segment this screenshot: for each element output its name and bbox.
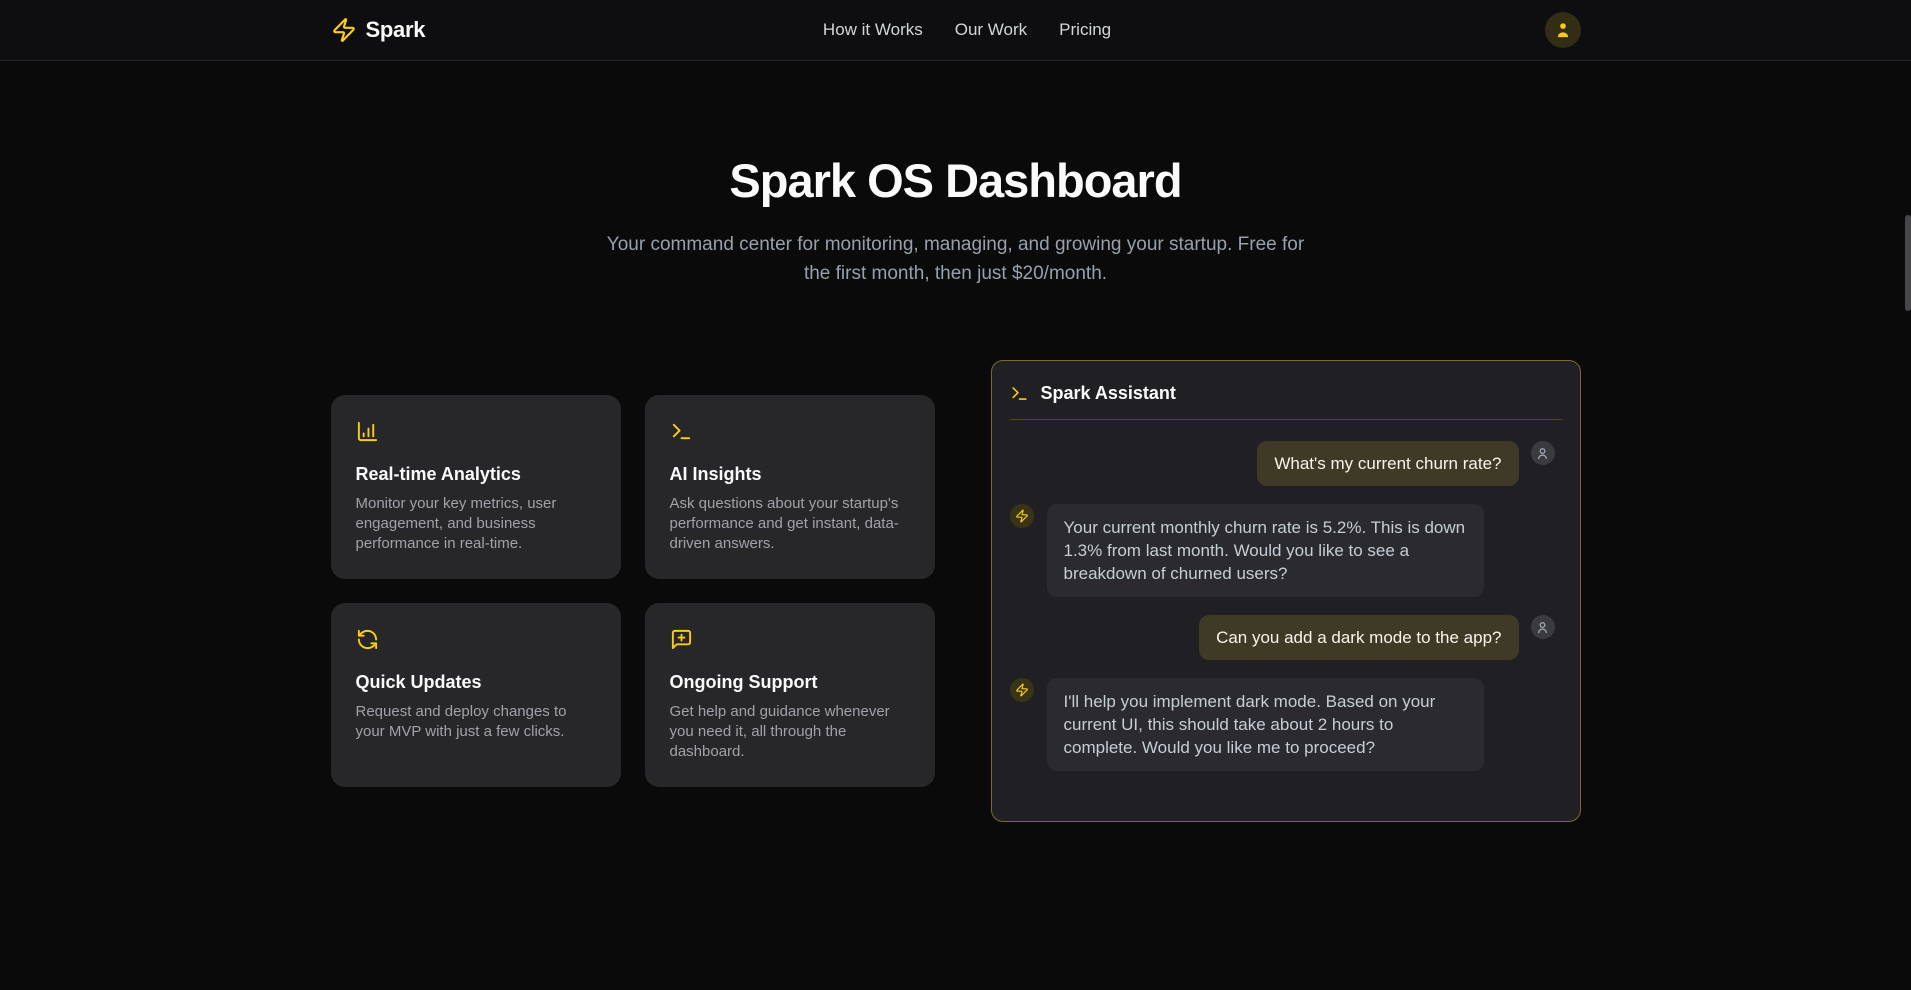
page-scrollbar-thumb[interactable] (1905, 215, 1911, 311)
chat-message-user: Can you add a dark mode to the app? (1010, 615, 1555, 660)
feature-card-ai-insights: AI Insights Ask questions about your sta… (645, 395, 935, 579)
main-content-row: Real-time Analytics Monitor your key met… (331, 360, 1581, 822)
feature-description: Ask questions about your startup's perfo… (670, 494, 910, 554)
chat-message-assistant: I'll help you implement dark mode. Based… (1010, 678, 1555, 771)
feature-title: AI Insights (670, 464, 910, 485)
brand-logo[interactable]: Spark (331, 17, 426, 43)
assistant-avatar (1010, 504, 1034, 528)
zap-icon (1015, 509, 1029, 523)
assistant-avatar (1010, 678, 1034, 702)
user-icon (1553, 20, 1573, 40)
user-message-bubble: What's my current churn rate? (1257, 441, 1518, 486)
nav-link-pricing[interactable]: Pricing (1059, 20, 1111, 40)
feature-title: Real-time Analytics (356, 464, 596, 485)
zap-icon (1015, 683, 1029, 697)
feature-description: Request and deploy changes to your MVP w… (356, 702, 596, 742)
feature-description: Get help and guidance whenever you need … (670, 702, 910, 762)
terminal-icon (1010, 384, 1029, 403)
page-title: Spark OS Dashboard (0, 153, 1911, 208)
assistant-title: Spark Assistant (1041, 383, 1176, 404)
feature-description: Monitor your key metrics, user engagemen… (356, 494, 596, 554)
top-nav: Spark How it Works Our Work Pricing (0, 0, 1911, 61)
feature-card-ongoing-support: Ongoing Support Get help and guidance wh… (645, 603, 935, 787)
chat-message-user: What's my current churn rate? (1010, 441, 1555, 486)
features-grid: Real-time Analytics Monitor your key met… (331, 395, 935, 787)
spark-assistant-panel: Spark Assistant What's my current churn … (991, 360, 1581, 822)
feature-card-quick-updates: Quick Updates Request and deploy changes… (331, 603, 621, 787)
assistant-message-bubble: I'll help you implement dark mode. Based… (1047, 678, 1484, 771)
account-avatar-button[interactable] (1545, 12, 1581, 48)
user-icon (1535, 446, 1550, 461)
chart-column-icon (356, 420, 379, 443)
user-message-bubble: Can you add a dark mode to the app? (1199, 615, 1518, 660)
assistant-header: Spark Assistant (992, 361, 1580, 419)
refresh-icon (356, 628, 379, 651)
chat-message-assistant: Your current monthly churn rate is 5.2%.… (1010, 504, 1555, 597)
chat-messages: What's my current churn rate? Your curre… (992, 420, 1580, 771)
user-avatar (1531, 615, 1555, 639)
terminal-icon (670, 420, 693, 443)
hero-section: Spark OS Dashboard Your command center f… (0, 153, 1911, 288)
nav-link-our-work[interactable]: Our Work (955, 20, 1027, 40)
brand-name: Spark (366, 17, 426, 43)
nav-links: How it Works Our Work Pricing (823, 20, 1111, 40)
message-square-plus-icon (670, 628, 693, 651)
user-avatar (1531, 441, 1555, 465)
zap-icon (331, 17, 357, 43)
feature-title: Ongoing Support (670, 672, 910, 693)
nav-link-how-it-works[interactable]: How it Works (823, 20, 923, 40)
hero-subtitle: Your command center for monitoring, mana… (606, 230, 1306, 288)
user-icon (1535, 620, 1550, 635)
feature-card-realtime-analytics: Real-time Analytics Monitor your key met… (331, 395, 621, 579)
assistant-message-bubble: Your current monthly churn rate is 5.2%.… (1047, 504, 1484, 597)
feature-title: Quick Updates (356, 672, 596, 693)
